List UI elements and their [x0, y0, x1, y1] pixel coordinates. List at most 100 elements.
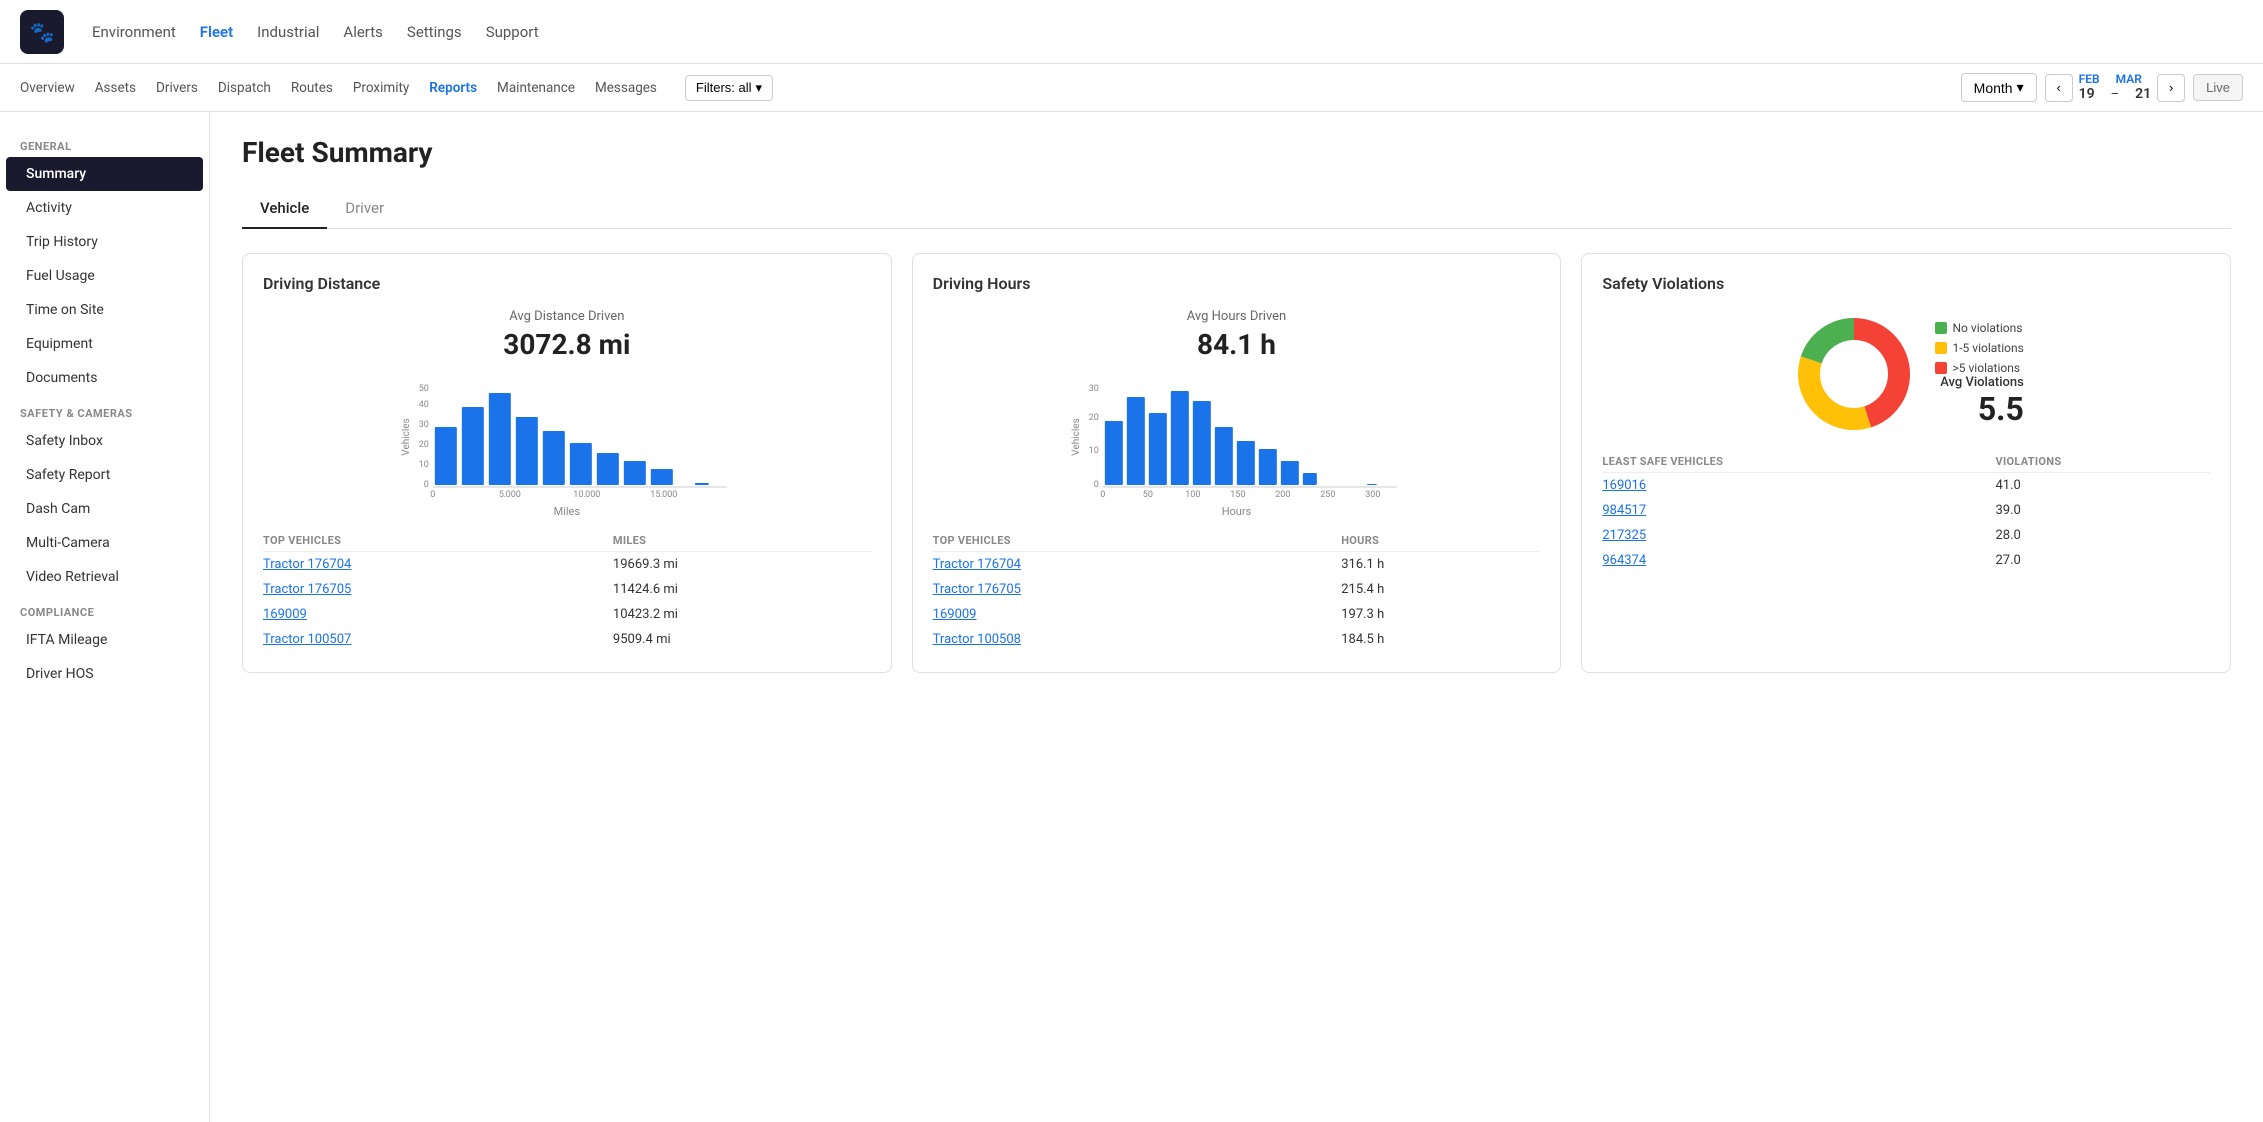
col-violations: VIOLATIONS: [1995, 451, 2210, 473]
donut-chart-svg: [1789, 309, 1919, 439]
svg-text:50: 50: [419, 384, 429, 394]
svg-text:0: 0: [430, 490, 435, 497]
svg-text:20: 20: [419, 440, 429, 450]
subnav-maintenance[interactable]: Maintenance: [497, 80, 575, 96]
sidebar-item-dash-cam[interactable]: Dash Cam: [6, 492, 203, 526]
vehicle-link[interactable]: Tractor 100508: [933, 632, 1021, 647]
tab-driver[interactable]: Driver: [327, 189, 402, 229]
nav-environment[interactable]: Environment: [92, 23, 176, 41]
top-nav-links: Environment Fleet Industrial Alerts Sett…: [92, 23, 539, 41]
vehicle-link[interactable]: 169009: [933, 607, 977, 622]
svg-text:20: 20: [1088, 413, 1098, 423]
vehicle-link[interactable]: Tractor 176705: [933, 582, 1021, 597]
subnav-reports[interactable]: Reports: [429, 80, 477, 96]
driving-distance-card: Driving Distance Avg Distance Driven 307…: [242, 253, 892, 673]
vehicle-link[interactable]: Tractor 176704: [263, 557, 351, 572]
driving-hours-table: TOP VEHICLES HOURS Tractor 176704 316.1 …: [933, 530, 1541, 652]
svg-text:200: 200: [1275, 490, 1290, 497]
subnav-routes[interactable]: Routes: [291, 80, 333, 96]
sub-nav-right: Month ▾ ‹ FEB MAR 19 – 21 › Live: [1961, 72, 2243, 103]
main-content: Fleet Summary Vehicle Driver Driving Dis…: [210, 112, 2263, 1122]
vehicle-link[interactable]: Tractor 176704: [933, 557, 1021, 572]
sidebar-item-time-on-site[interactable]: Time on Site: [6, 293, 203, 327]
sidebar-item-ifta-mileage[interactable]: IFTA Mileage: [6, 623, 203, 657]
sidebar-item-fuel-usage[interactable]: Fuel Usage: [6, 259, 203, 293]
svg-text:40: 40: [419, 400, 429, 410]
live-button[interactable]: Live: [2193, 74, 2243, 101]
driving-hours-x-label: Hours: [933, 505, 1541, 518]
sidebar-item-safety-report[interactable]: Safety Report: [6, 458, 203, 492]
subnav-proximity[interactable]: Proximity: [353, 80, 409, 96]
miles-value: 19669.3 mi: [613, 552, 871, 578]
main-layout: GENERAL Summary Activity Trip History Fu…: [0, 112, 2263, 1122]
subnav-messages[interactable]: Messages: [595, 80, 657, 96]
svg-text:50: 50: [1142, 490, 1152, 497]
miles-value: 11424.6 mi: [613, 577, 871, 602]
date-prev-button[interactable]: ‹: [2045, 74, 2073, 102]
sidebar-item-video-retrieval[interactable]: Video Retrieval: [6, 560, 203, 594]
hours-value: 184.5 h: [1341, 627, 1540, 652]
vehicle-link[interactable]: 169016: [1602, 478, 1646, 493]
col-hours-dh: HOURS: [1341, 530, 1540, 552]
svg-text:300: 300: [1365, 490, 1380, 497]
subnav-assets[interactable]: Assets: [95, 80, 136, 96]
sidebar-item-documents[interactable]: Documents: [6, 361, 203, 395]
legend-label-yellow: 1-5 violations: [1953, 341, 2024, 355]
page-title: Fleet Summary: [242, 136, 2231, 169]
vehicle-link[interactable]: 217325: [1602, 528, 1646, 543]
sidebar-item-equipment[interactable]: Equipment: [6, 327, 203, 361]
vehicle-link[interactable]: 169009: [263, 607, 307, 622]
nav-fleet[interactable]: Fleet: [200, 23, 233, 41]
violation-count: 39.0: [1995, 498, 2210, 523]
sidebar: GENERAL Summary Activity Trip History Fu…: [0, 112, 210, 1122]
driving-distance-chart: Vehicles 0 10 20 30 40 50: [263, 377, 871, 497]
filter-button[interactable]: Filters: all ▾: [685, 75, 773, 101]
legend-5plus-violations: >5 violations: [1935, 361, 2024, 375]
nav-industrial[interactable]: Industrial: [257, 23, 319, 41]
col-top-vehicles-dh: TOP VEHICLES: [933, 530, 1342, 552]
svg-text:100: 100: [1185, 490, 1200, 497]
logo: 🐾: [20, 10, 64, 54]
violations-legend: No violations 1-5 violations >5 violatio…: [1935, 321, 2024, 375]
table-row: 217325 28.0: [1602, 523, 2210, 548]
month-select-button[interactable]: Month ▾: [1961, 73, 2037, 102]
table-row: 169009 197.3 h: [933, 602, 1541, 627]
date-next-button[interactable]: ›: [2157, 74, 2185, 102]
safety-violations-title: Safety Violations: [1602, 274, 2210, 293]
date-dash: –: [2111, 87, 2120, 103]
vehicle-link[interactable]: 964374: [1602, 553, 1646, 568]
nav-support[interactable]: Support: [486, 23, 539, 41]
subnav-dispatch[interactable]: Dispatch: [218, 80, 271, 96]
svg-text:150: 150: [1230, 490, 1245, 497]
sidebar-item-safety-inbox[interactable]: Safety Inbox: [6, 424, 203, 458]
tab-vehicle[interactable]: Vehicle: [242, 189, 327, 229]
svg-text:250: 250: [1320, 490, 1335, 497]
nav-alerts[interactable]: Alerts: [343, 23, 383, 41]
date-from-day: 19: [2079, 86, 2095, 103]
sidebar-item-trip-history[interactable]: Trip History: [6, 225, 203, 259]
driving-distance-title: Driving Distance: [263, 274, 871, 293]
svg-text:30: 30: [419, 420, 429, 430]
vehicle-link[interactable]: Tractor 100507: [263, 632, 351, 647]
subnav-overview[interactable]: Overview: [20, 80, 75, 96]
nav-settings[interactable]: Settings: [407, 23, 462, 41]
svg-text:10: 10: [1088, 446, 1098, 456]
safety-violations-table: LEAST SAFE VEHICLES VIOLATIONS 169016 41…: [1602, 451, 2210, 573]
sidebar-section-safety: SAFETY & CAMERAS: [0, 395, 209, 424]
avg-violations-label: Avg Violations: [1940, 375, 2024, 390]
sidebar-item-activity[interactable]: Activity: [6, 191, 203, 225]
sidebar-item-summary[interactable]: Summary: [6, 157, 203, 191]
vehicle-link[interactable]: 984517: [1602, 503, 1646, 518]
sidebar-item-multi-camera[interactable]: Multi-Camera: [6, 526, 203, 560]
vehicle-link[interactable]: Tractor 176705: [263, 582, 351, 597]
subnav-drivers[interactable]: Drivers: [156, 80, 198, 96]
legend-no-violations: No violations: [1935, 321, 2024, 335]
legend-label-green: No violations: [1953, 321, 2023, 335]
sidebar-section-general: GENERAL: [0, 128, 209, 157]
svg-text:15,000: 15,000: [650, 490, 677, 497]
avg-violations-display: Avg Violations 5.5: [1940, 375, 2024, 428]
table-row: 169016 41.0: [1602, 473, 2210, 499]
sidebar-item-driver-hos[interactable]: Driver HOS: [6, 657, 203, 691]
driving-distance-svg: Vehicles 0 10 20 30 40 50: [263, 377, 871, 497]
avg-distance-label: Avg Distance Driven: [263, 309, 871, 324]
